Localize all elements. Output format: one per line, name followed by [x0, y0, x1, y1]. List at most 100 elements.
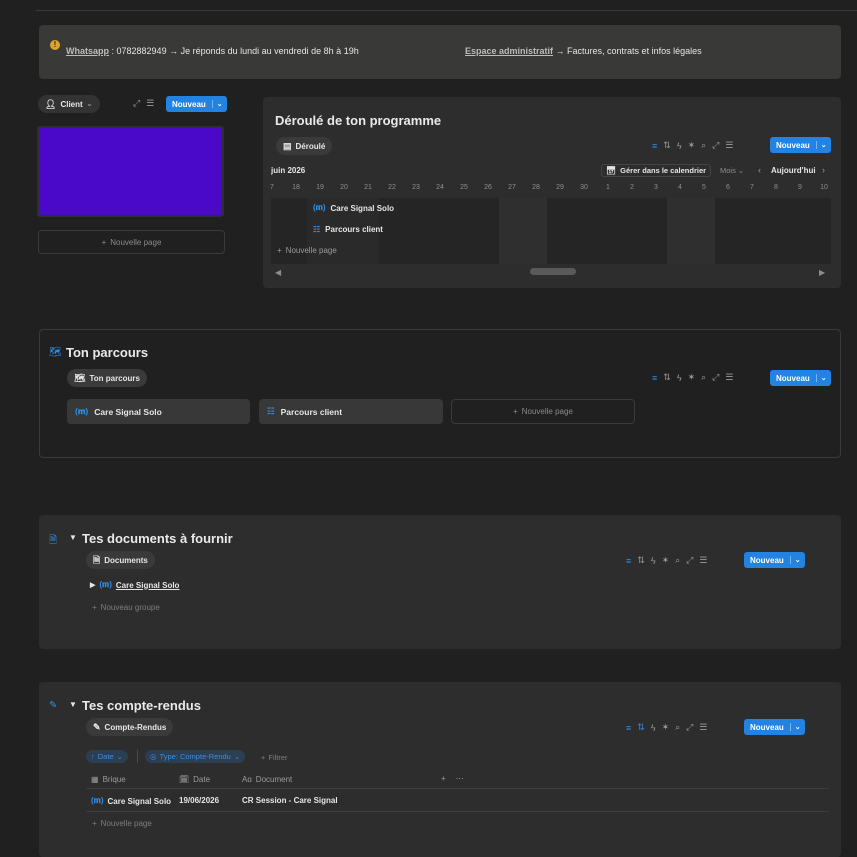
magic-icon[interactable]: ✶ — [688, 140, 696, 151]
parcours-card-label: Care Signal Solo — [94, 406, 162, 417]
scroll-left-icon[interactable]: ◀ — [275, 268, 281, 277]
table-row[interactable]: (𝐦) Care Signal Solo 19/06/2026 CR Sessi… — [86, 789, 829, 811]
sort-icon[interactable]: ⇅ — [663, 372, 671, 383]
timeline-item[interactable]: (𝐦) Care Signal Solo — [313, 203, 394, 213]
lightning-icon[interactable]: ϟ — [677, 141, 682, 151]
expand-icon[interactable]: ⤢ — [712, 140, 719, 151]
settings-sliders-icon[interactable]: ☰ — [146, 98, 154, 109]
lightning-icon[interactable]: ϟ — [677, 373, 682, 383]
timeline-item[interactable]: ☷ Parcours client — [313, 225, 383, 234]
date-sort-chip[interactable]: ↑ Date ⌄ — [86, 750, 128, 763]
chevron-down-icon[interactable]: ⌄ — [211, 100, 227, 108]
admin-link[interactable]: Espace administratif — [465, 46, 553, 56]
chevron-down-icon[interactable]: ⌄ — [789, 556, 805, 564]
parcours-view-tab[interactable]: 🗺︎ Ton parcours — [67, 369, 147, 387]
search-icon[interactable]: ⌕ — [701, 140, 706, 151]
search-icon[interactable]: ⌕ — [675, 555, 680, 566]
add-filter-button[interactable]: + Filtrer — [261, 753, 288, 762]
settings-sliders-icon[interactable]: ☰ — [725, 372, 733, 383]
left-new-label: Nouveau — [172, 99, 206, 109]
settings-sliders-icon[interactable]: ☰ — [699, 722, 707, 733]
column-header-date[interactable]: 🗓︎ Date — [179, 775, 210, 784]
chevron-down-icon[interactable]: ⌄ — [789, 723, 805, 731]
expand-icon[interactable]: ⤢ — [686, 555, 693, 566]
comptes-new-page-button[interactable]: + Nouvelle page — [92, 819, 152, 828]
timeline-view-label: Déroulé — [295, 141, 326, 151]
column-header-brique[interactable]: ▦ Brique — [91, 775, 126, 784]
plus-icon: + — [513, 407, 518, 416]
magic-icon[interactable]: ✶ — [662, 722, 670, 733]
client-filter[interactable]: 👤︎ Client ⌄ — [38, 95, 100, 113]
filter-icon[interactable]: ≡ — [652, 141, 657, 151]
chevron-down-icon[interactable]: ⌄ — [815, 141, 831, 149]
documents-group-label: Care Signal Solo — [115, 580, 180, 590]
settings-sliders-icon[interactable]: ☰ — [725, 140, 733, 151]
comptes-section: ✎ ▼ Tes compte-rendus ✎ Compte-Rendus ≡ … — [39, 682, 841, 857]
sort-icon[interactable]: ⇅ — [637, 722, 645, 733]
parcours-new-page-label: Nouvelle page — [521, 407, 573, 416]
timeline-day-label: 8 — [774, 184, 778, 191]
sitemap-icon: ☷ — [313, 225, 321, 234]
search-icon[interactable]: ⌕ — [701, 372, 706, 383]
arrow-up-icon: ↑ — [91, 752, 95, 761]
filter-icon[interactable]: ≡ — [626, 723, 631, 733]
more-icon[interactable]: ⋯ — [456, 774, 464, 783]
parcours-card[interactable]: ☷ Parcours client — [259, 399, 443, 424]
parcours-new-page-button[interactable]: + Nouvelle page — [451, 399, 635, 424]
timeline-icon: ▤ — [283, 140, 292, 151]
sort-icon[interactable]: ⇅ — [663, 140, 671, 151]
expand-toggle-icon[interactable]: ▶ — [90, 581, 95, 589]
sort-icon[interactable]: ⇅ — [637, 555, 645, 566]
parcours-card[interactable]: (𝐦) Care Signal Solo — [67, 399, 250, 424]
zoom-select[interactable]: Mois ⌄ — [720, 166, 744, 175]
comptes-new-button[interactable]: Nouveau ⌄ — [744, 719, 805, 735]
timeline-item-label: Parcours client — [325, 225, 383, 234]
expand-icon[interactable]: ⤢ — [133, 98, 140, 109]
whatsapp-link[interactable]: Whatsapp — [66, 46, 109, 56]
chevron-down-icon[interactable]: ⌄ — [815, 374, 831, 382]
comptes-title: Tes compte-rendus — [82, 698, 201, 713]
cell-document[interactable]: CR Session - Care Signal — [242, 796, 338, 805]
documents-new-button[interactable]: Nouveau ⌄ — [744, 552, 805, 568]
settings-sliders-icon[interactable]: ☰ — [699, 555, 707, 566]
column-header-document[interactable]: Aɑ Document — [242, 775, 292, 784]
lightning-icon[interactable]: ϟ — [651, 723, 656, 733]
scroll-right-icon[interactable]: ▶ — [819, 268, 825, 277]
timeline-view-tab[interactable]: ▤ Déroulé — [276, 137, 333, 155]
next-icon[interactable]: › — [822, 165, 825, 175]
cell-brique[interactable]: (𝐦) Care Signal Solo — [91, 796, 171, 806]
left-new-page-button[interactable]: + Nouvelle page — [38, 230, 225, 254]
timeline-new-page-button[interactable]: + Nouvelle page — [277, 246, 337, 255]
calendar-manage-label: Gérer dans le calendrier — [620, 166, 707, 175]
calendar-manage-button[interactable]: 📅︎ Gérer dans le calendrier — [601, 164, 712, 177]
weekend-band — [667, 198, 715, 264]
documents-title: Tes documents à fournir — [82, 531, 233, 546]
comptes-view-tab[interactable]: ✎ Compte-Rendus — [86, 718, 174, 736]
collapse-toggle-icon[interactable]: ▼ — [69, 533, 77, 542]
magic-icon[interactable]: ✶ — [662, 555, 670, 566]
whatsapp-line: Whatsapp : 0782882949 → Je réponds du lu… — [66, 46, 359, 56]
horizontal-scrollbar[interactable] — [530, 268, 576, 275]
type-filter-chip[interactable]: ◎ Type: Compte-Rendu ⌄ — [145, 750, 246, 763]
filter-icon[interactable]: ≡ — [652, 373, 657, 383]
collapse-toggle-icon[interactable]: ▼ — [69, 700, 77, 709]
today-button[interactable]: Aujourd'hui — [771, 166, 816, 175]
left-new-button[interactable]: Nouveau ⌄ — [166, 96, 227, 112]
documents-group[interactable]: ▶ (𝐦) Care Signal Solo — [90, 580, 179, 590]
new-group-button[interactable]: + Nouveau groupe — [92, 603, 160, 612]
expand-icon[interactable]: ⤢ — [686, 722, 693, 733]
magic-icon[interactable]: ✶ — [688, 372, 696, 383]
timeline-panel: Déroulé de ton programme ▤ Déroulé ≡ ⇅ ϟ… — [263, 97, 841, 288]
parcours-new-button[interactable]: Nouveau ⌄ — [770, 370, 831, 386]
expand-icon[interactable]: ⤢ — [712, 372, 719, 383]
timeline-new-button[interactable]: Nouveau ⌄ — [770, 137, 831, 153]
gallery-card[interactable] — [37, 126, 224, 217]
add-column-icon[interactable]: + — [441, 774, 446, 783]
documents-view-tab[interactable]: 🗎 Documents — [86, 551, 155, 569]
prev-icon[interactable]: ‹ — [758, 165, 761, 175]
column-header-label: Date — [193, 775, 211, 784]
filter-icon[interactable]: ≡ — [626, 556, 631, 566]
lightning-icon[interactable]: ϟ — [651, 556, 656, 566]
search-icon[interactable]: ⌕ — [675, 722, 680, 733]
type-filter-label: Type: Compte-Rendu — [159, 752, 231, 761]
